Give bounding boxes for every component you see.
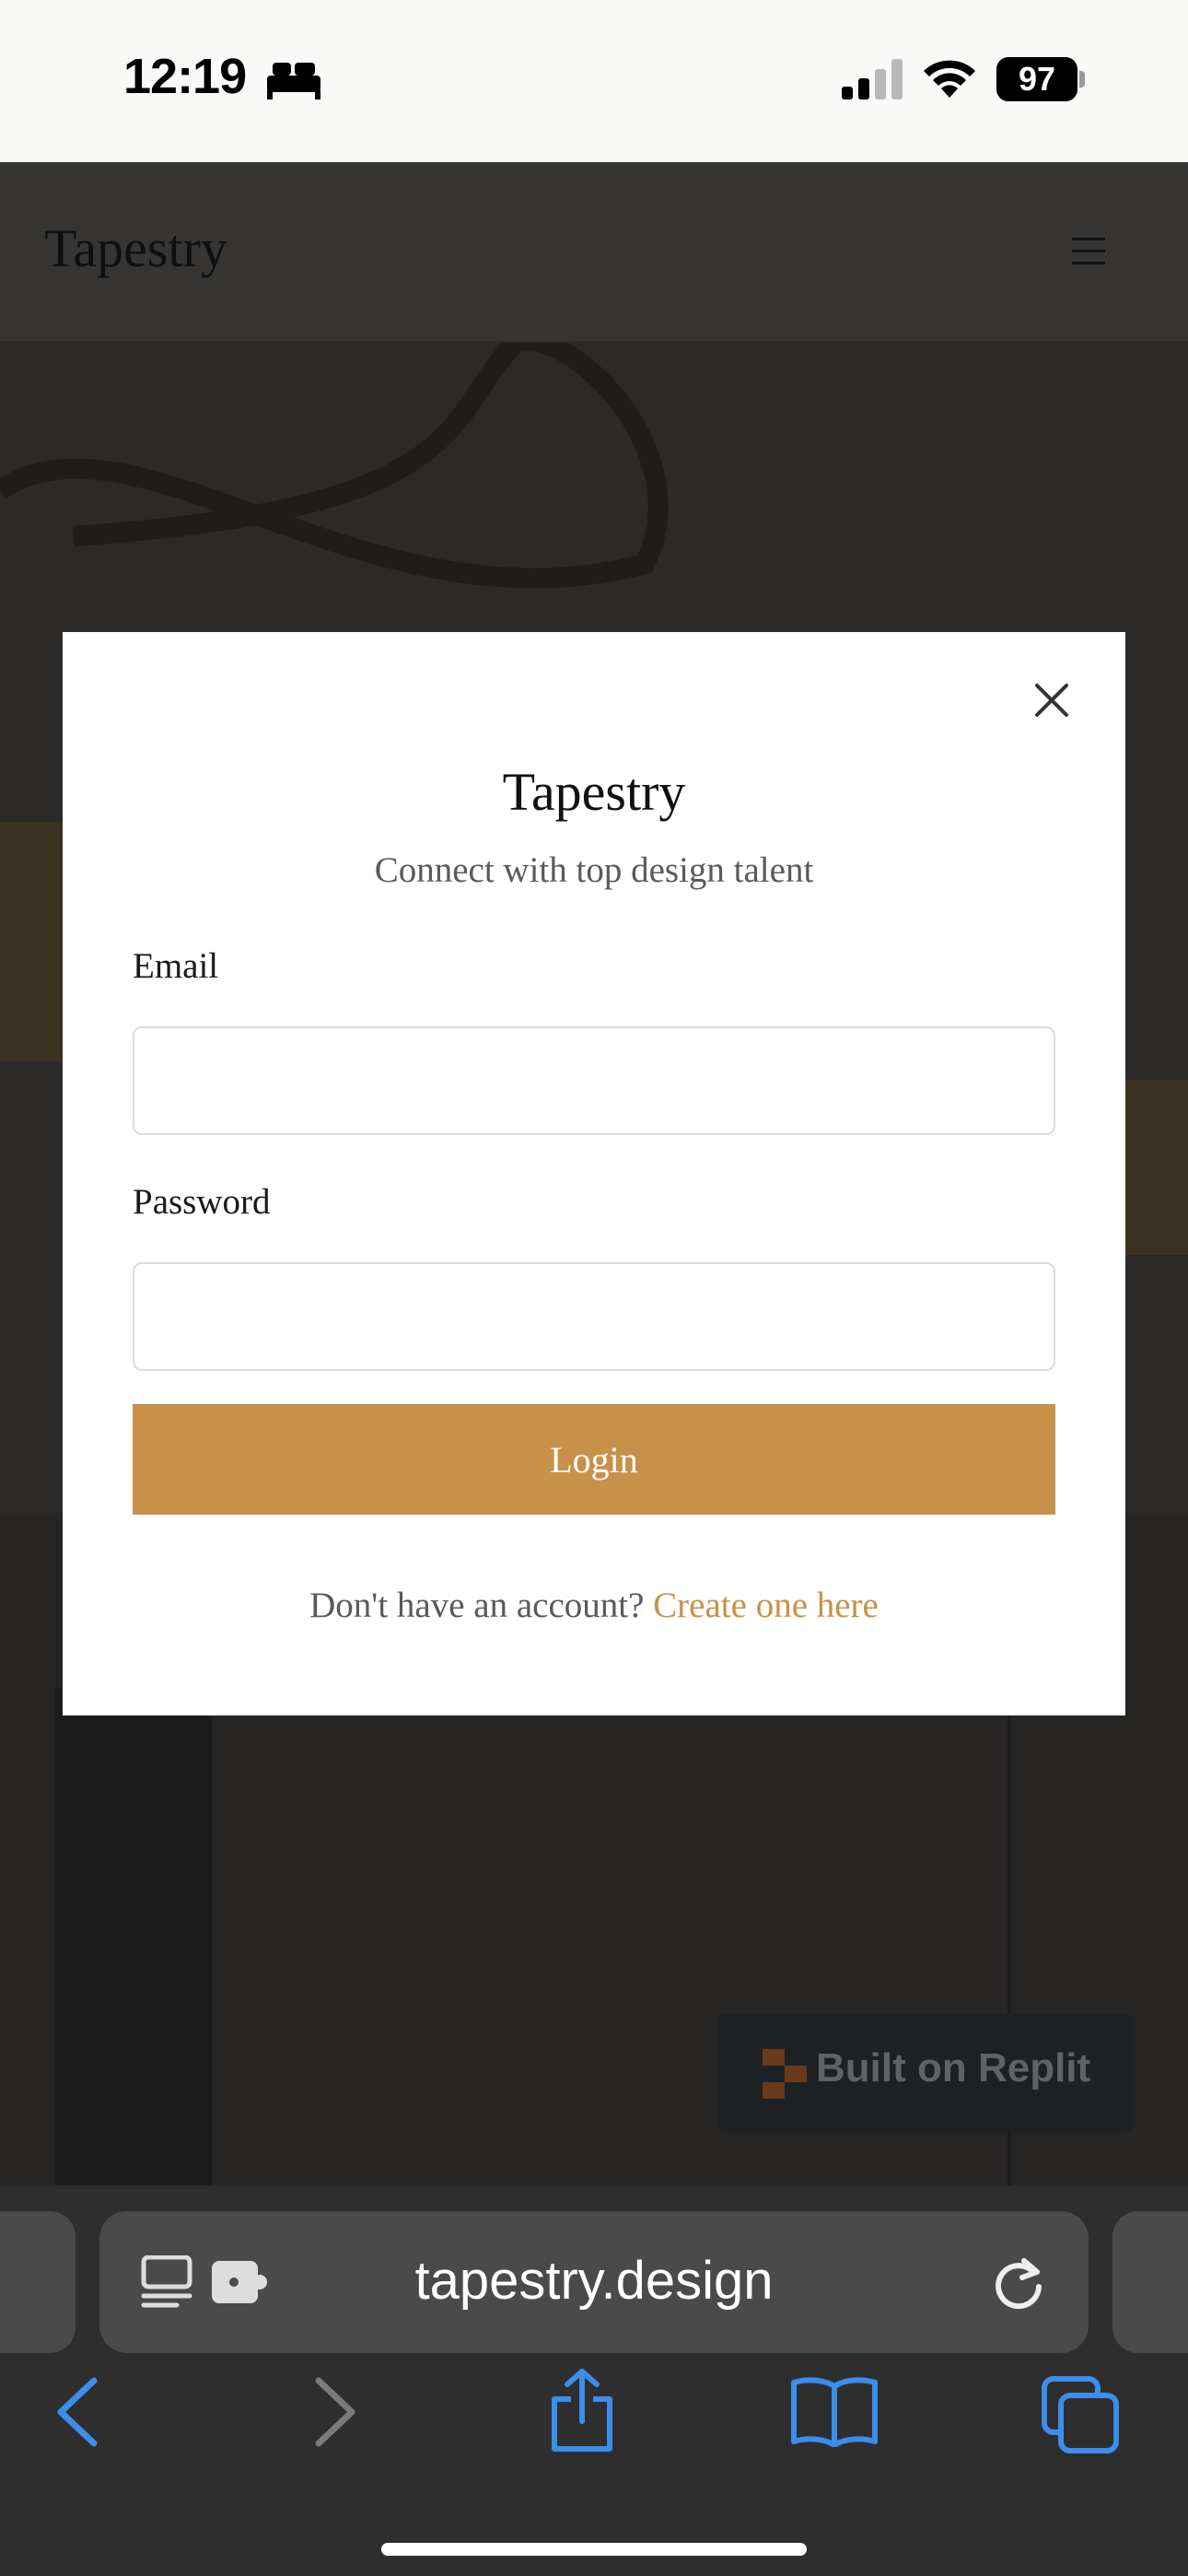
tabs-icon[interactable] bbox=[1041, 2375, 1120, 2454]
built-on-replit-badge[interactable]: Built on Replit bbox=[718, 2014, 1133, 2132]
login-modal: Tapestry Connect with top design talent … bbox=[63, 632, 1125, 1715]
wifi-icon bbox=[924, 60, 975, 98]
email-field[interactable] bbox=[133, 1026, 1055, 1135]
create-account-link[interactable]: Create one here bbox=[653, 1586, 879, 1625]
email-label: Email bbox=[133, 946, 219, 986]
share-icon[interactable] bbox=[547, 2368, 617, 2453]
bookmarks-icon[interactable] bbox=[790, 2375, 879, 2447]
browser-toolbar: tapestry.design bbox=[0, 2187, 1188, 2576]
battery-level: 97 bbox=[1018, 60, 1056, 98]
site-logo[interactable]: Tapestry bbox=[44, 217, 227, 279]
signup-prompt-text: Don't have an account? bbox=[309, 1586, 645, 1625]
site-header: Tapestry bbox=[0, 162, 1188, 343]
password-label: Password bbox=[133, 1182, 271, 1222]
password-field[interactable] bbox=[133, 1262, 1055, 1371]
forward-icon[interactable] bbox=[311, 2375, 359, 2449]
reload-icon[interactable] bbox=[991, 2254, 1046, 2311]
previous-tab-peek[interactable] bbox=[0, 2211, 76, 2353]
next-tab-peek[interactable] bbox=[1112, 2211, 1188, 2353]
replit-logo-icon bbox=[763, 2049, 807, 2099]
hamburger-menu-icon[interactable] bbox=[1072, 238, 1105, 265]
bed-icon bbox=[267, 63, 320, 100]
modal-title: Tapestry bbox=[502, 762, 686, 822]
status-time: 12:19 bbox=[123, 49, 247, 104]
modal-subtitle: Connect with top design talent bbox=[374, 850, 814, 890]
address-bar[interactable]: tapestry.design bbox=[99, 2211, 1089, 2353]
back-icon[interactable] bbox=[53, 2375, 101, 2449]
built-on-replit-label: Built on Replit bbox=[816, 2045, 1091, 2090]
home-indicator[interactable] bbox=[381, 2543, 807, 2556]
url-text[interactable]: tapestry.design bbox=[99, 2250, 1089, 2312]
status-bar: 12:19 97 bbox=[0, 0, 1188, 162]
login-button[interactable]: Login bbox=[133, 1404, 1055, 1515]
close-icon[interactable] bbox=[1033, 682, 1070, 719]
battery-icon: 97 bbox=[996, 57, 1085, 101]
signup-prompt: Don't have an account? Create one here bbox=[63, 1585, 1125, 1626]
cellular-signal-icon bbox=[842, 59, 903, 100]
